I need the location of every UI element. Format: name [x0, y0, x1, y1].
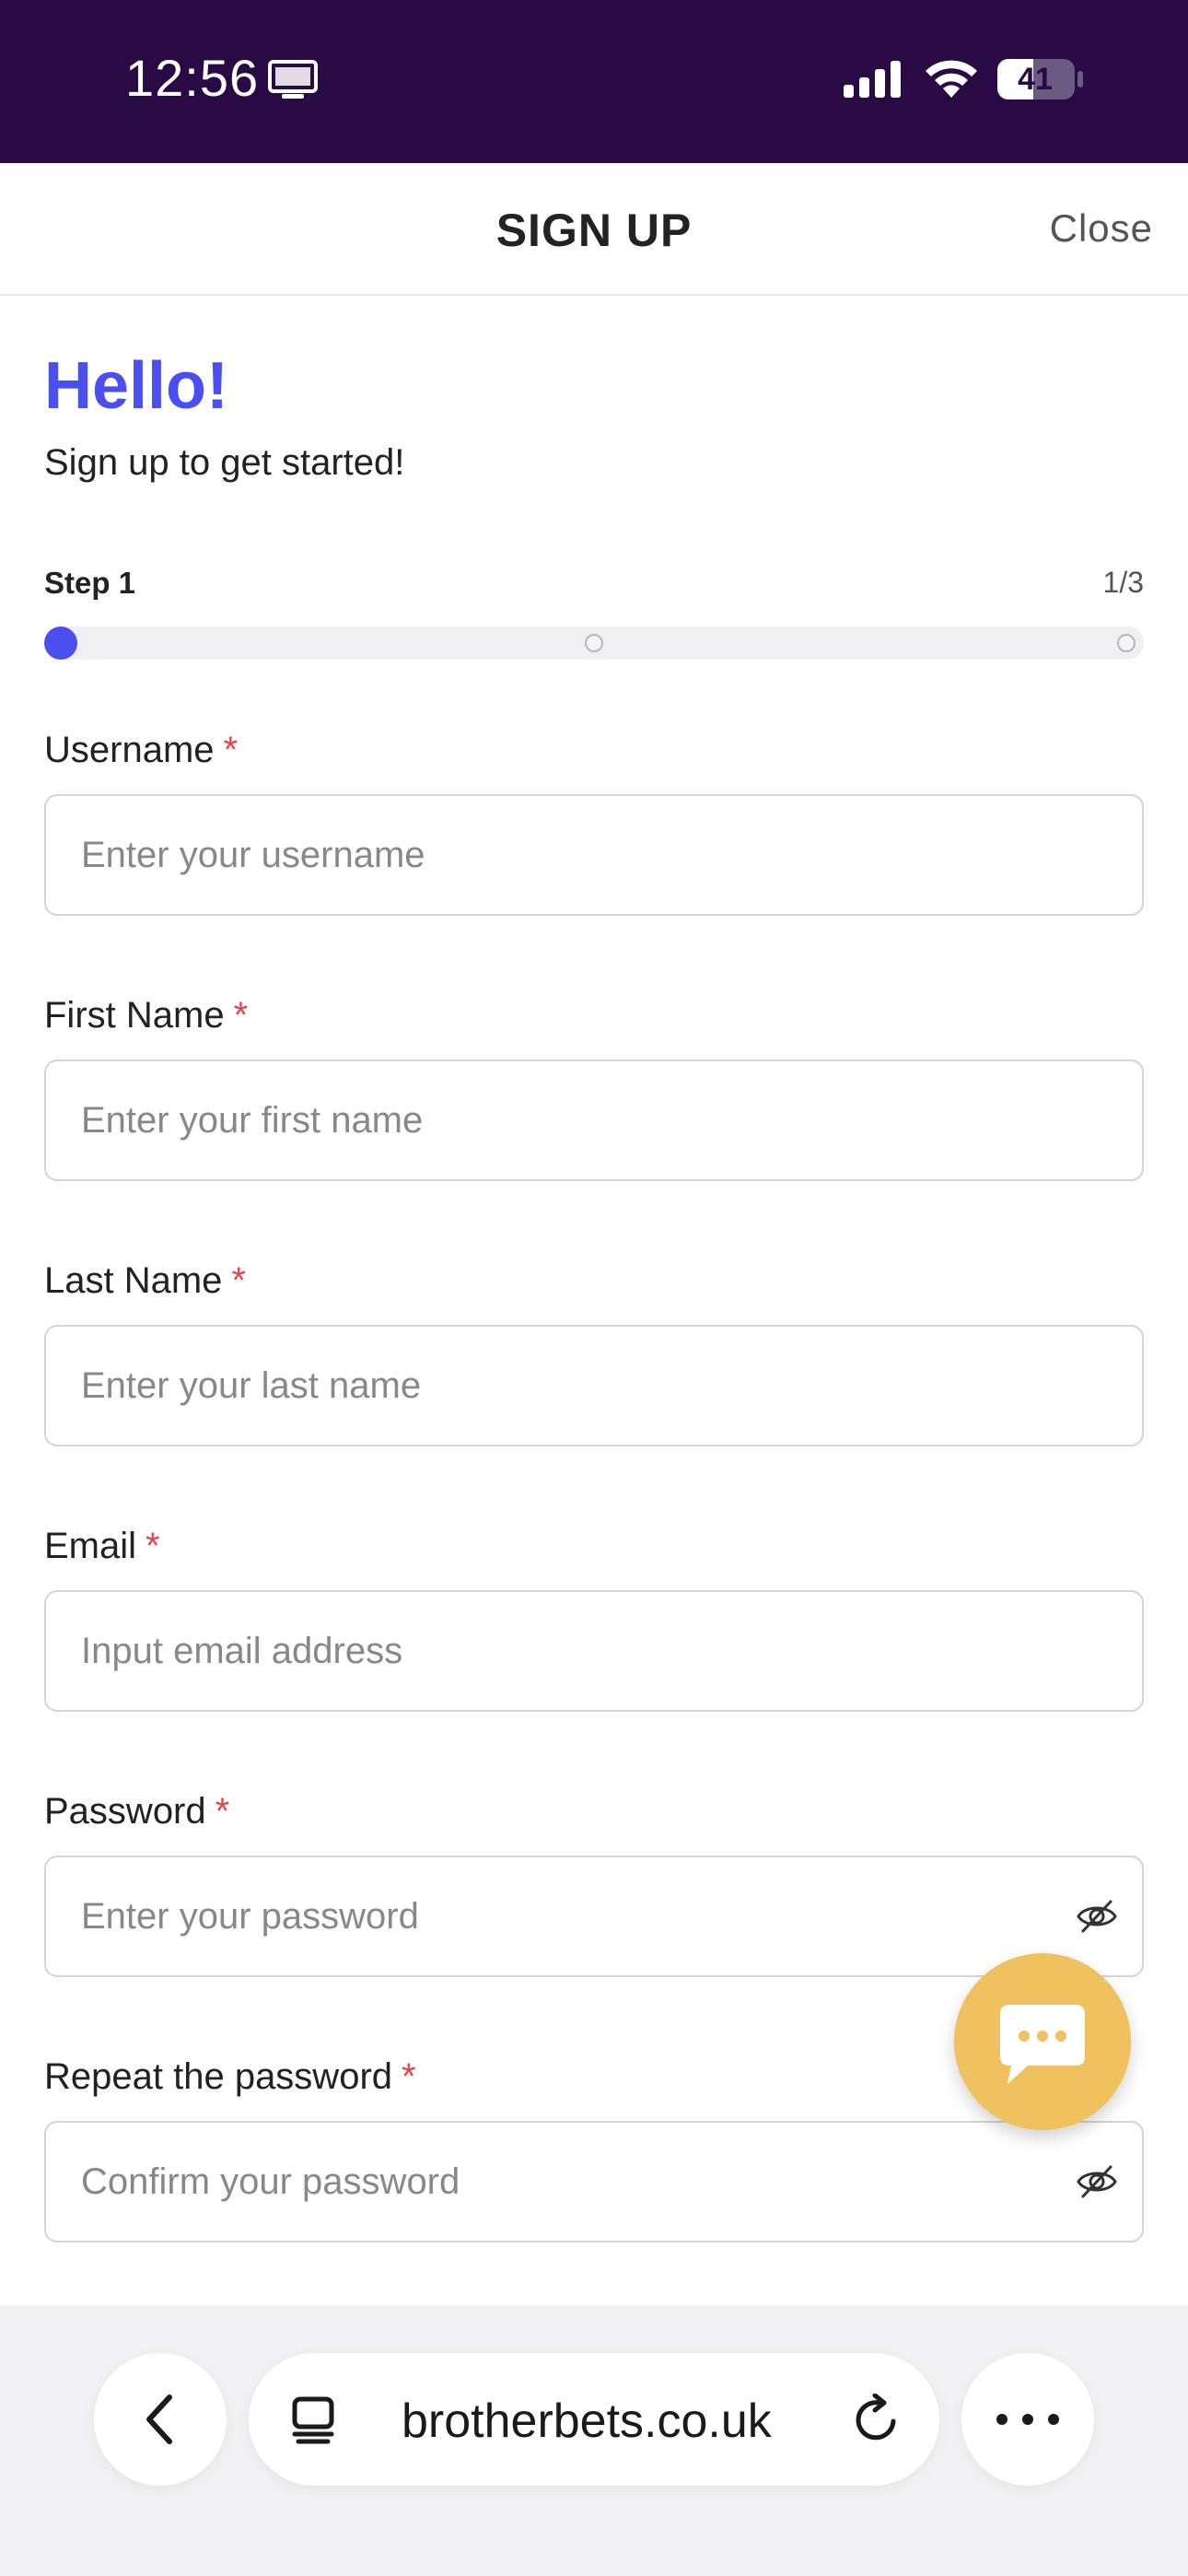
more-icon — [996, 2414, 1059, 2425]
required-mark: * — [223, 730, 239, 770]
header: SIGN UP Close — [0, 163, 1188, 296]
required-mark: * — [402, 2056, 416, 2097]
page-title: SIGN UP — [495, 205, 693, 256]
reload-icon[interactable] — [851, 2394, 903, 2445]
url-text: brotherbets.co.uk — [402, 2395, 772, 2448]
email-input[interactable] — [44, 1590, 1144, 1712]
eye-off-icon[interactable] — [1076, 2163, 1118, 2200]
wifi-icon — [926, 60, 977, 98]
required-mark: * — [233, 995, 249, 1036]
username-label: Username * — [44, 730, 238, 771]
screen-mirroring-icon — [268, 60, 318, 99]
first-name-label-text: First Name — [44, 995, 225, 1036]
step-progress-bar — [44, 626, 1144, 660]
chat-button[interactable] — [954, 1953, 1131, 2130]
more-button[interactable] — [961, 2353, 1094, 2486]
email-label-text: Email — [44, 1526, 137, 1566]
back-button[interactable] — [94, 2353, 227, 2486]
close-button[interactable]: Close — [1050, 206, 1153, 251]
password-input[interactable] — [44, 1856, 1144, 1977]
last-name-input[interactable] — [44, 1325, 1144, 1446]
cellular-signal-icon — [844, 61, 901, 98]
username-label-text: Username — [44, 730, 215, 770]
url-bar[interactable]: brotherbets.co.uk — [249, 2353, 939, 2486]
required-mark: * — [231, 1260, 246, 1301]
status-bar: 12:56 41 — [0, 0, 1188, 163]
password-label: Password * — [44, 1791, 229, 1832]
browser-toolbar: brotherbets.co.uk — [0, 2305, 1188, 2576]
status-time: 12:56 — [125, 49, 260, 107]
battery-level: 41 — [1018, 62, 1053, 97]
required-mark: * — [215, 1791, 230, 1832]
required-mark: * — [146, 1526, 160, 1566]
repeat-password-input[interactable] — [44, 2121, 1144, 2242]
tabs-icon[interactable] — [289, 2395, 337, 2445]
repeat-password-label: Repeat the password * — [44, 2056, 416, 2098]
step-dot-3 — [1117, 634, 1136, 652]
step-dot-1 — [44, 626, 77, 660]
step-label: Step 1 — [44, 566, 136, 600]
step-dot-2 — [585, 634, 603, 652]
chat-bubble-icon — [1000, 2005, 1085, 2084]
email-label: Email * — [44, 1526, 160, 1567]
repeat-password-label-text: Repeat the password — [44, 2056, 393, 2097]
back-arrow-icon — [146, 2395, 172, 2444]
greeting-title: Hello! — [44, 349, 229, 423]
username-input[interactable] — [44, 794, 1144, 916]
first-name-label: First Name * — [44, 995, 248, 1036]
eye-off-icon[interactable] — [1076, 1898, 1118, 1935]
first-name-input[interactable] — [44, 1060, 1144, 1181]
last-name-label: Last Name * — [44, 1260, 246, 1302]
greeting-subtitle: Sign up to get started! — [44, 442, 405, 483]
last-name-label-text: Last Name — [44, 1260, 223, 1301]
step-count: 1/3 — [1102, 566, 1144, 599]
battery-icon: 41 — [996, 58, 1085, 100]
password-label-text: Password — [44, 1791, 206, 1832]
